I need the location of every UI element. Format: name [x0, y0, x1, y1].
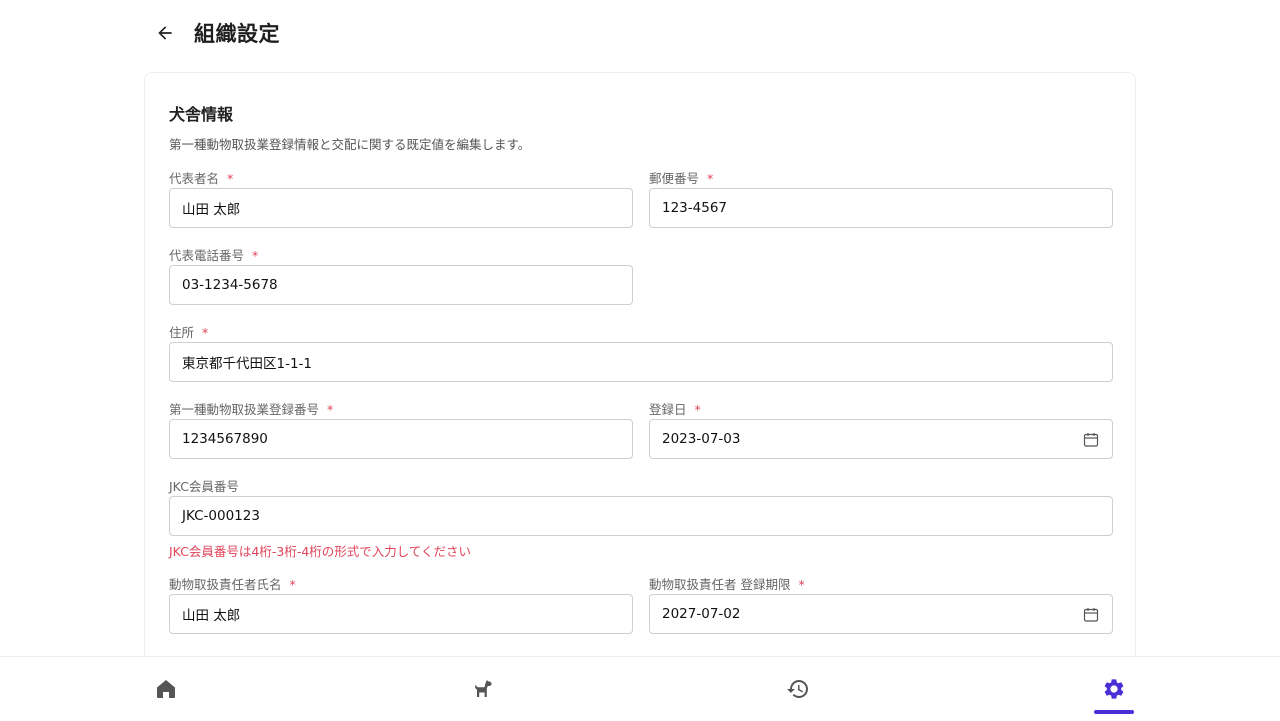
app-header: 組織設定 — [0, 0, 1280, 64]
nav-home[interactable] — [136, 657, 196, 721]
required-mark: * — [289, 577, 296, 592]
postal-code-input[interactable]: 123-4567 — [649, 188, 1113, 228]
address-label: 住所 — [169, 325, 195, 340]
gear-icon — [1104, 679, 1124, 699]
field-manager-name: 動物取扱責任者氏名 * 山田 太郎 — [169, 577, 633, 634]
history-icon — [787, 680, 808, 698]
field-phone: 代表電話番号 * 03-1234-5678 — [169, 248, 633, 305]
back-button[interactable] — [152, 20, 178, 46]
bottom-navigation — [0, 656, 1280, 720]
jkc-number-error: JKC会員番号は4桁-3桁-4桁の形式で入力してください — [169, 544, 472, 559]
manager-name-label: 動物取扱責任者氏名 — [169, 577, 282, 592]
section-description: 第一種動物取扱業登録情報と交配に関する既定値を編集します。 — [169, 137, 531, 152]
required-mark: * — [227, 171, 234, 186]
dog-icon — [475, 680, 492, 697]
jkc-number-label: JKC会員番号 — [169, 479, 239, 494]
required-mark: * — [694, 402, 701, 417]
field-postal-code: 郵便番号 * 123-4567 — [649, 171, 1113, 228]
active-indicator — [1094, 710, 1134, 714]
representative-name-input[interactable]: 山田 太郎 — [169, 188, 633, 228]
representative-name-label: 代表者名 — [169, 171, 220, 186]
field-jkc-number: JKC会員番号 JKC-000123 JKC会員番号は4桁-3桁-4桁の形式で入… — [169, 479, 1113, 560]
jkc-number-input[interactable]: JKC-000123 — [169, 496, 1113, 536]
registration-date-value: 2023-07-03 — [662, 431, 741, 447]
required-mark: * — [707, 171, 714, 186]
calendar-icon[interactable] — [1083, 607, 1099, 623]
nav-settings[interactable] — [1084, 657, 1144, 721]
calendar-icon[interactable] — [1083, 432, 1099, 448]
field-address: 住所 * 東京都千代田区1-1-1 — [169, 325, 1113, 382]
field-registration-date: 登録日 * 2023-07-03 — [649, 402, 1113, 459]
required-mark: * — [327, 402, 334, 417]
registration-date-label: 登録日 — [649, 402, 687, 417]
nav-history[interactable] — [768, 657, 828, 721]
page-title: 組織設定 — [194, 22, 280, 46]
registration-number-label: 第一種動物取扱業登録番号 — [169, 402, 320, 417]
required-mark: * — [798, 577, 805, 592]
arrow-left-icon — [158, 26, 172, 40]
home-icon — [157, 680, 175, 698]
field-manager-expiry: 動物取扱責任者 登録期限 * 2027-07-02 — [649, 577, 1113, 634]
section-title: 犬舎情報 — [169, 105, 234, 124]
nav-dogs[interactable] — [452, 657, 512, 721]
required-mark: * — [252, 248, 259, 263]
address-input[interactable]: 東京都千代田区1-1-1 — [169, 342, 1113, 382]
postal-code-label: 郵便番号 — [649, 171, 700, 186]
required-mark: * — [202, 325, 209, 340]
field-registration-number: 第一種動物取扱業登録番号 * 1234567890 — [169, 402, 633, 459]
kennel-info-card: 犬舎情報 第一種動物取扱業登録情報と交配に関する既定値を編集します。 代表者名 *… — [144, 72, 1136, 712]
registration-number-input[interactable]: 1234567890 — [169, 419, 633, 459]
registration-date-input[interactable]: 2023-07-03 — [649, 419, 1113, 459]
manager-name-input[interactable]: 山田 太郎 — [169, 594, 633, 634]
manager-expiry-input[interactable]: 2027-07-02 — [649, 594, 1113, 634]
manager-expiry-value: 2027-07-02 — [662, 606, 741, 622]
manager-expiry-label: 動物取扱責任者 登録期限 — [649, 577, 791, 592]
phone-label: 代表電話番号 — [169, 248, 245, 263]
phone-input[interactable]: 03-1234-5678 — [169, 265, 633, 305]
field-representative-name: 代表者名 * 山田 太郎 — [169, 171, 633, 228]
